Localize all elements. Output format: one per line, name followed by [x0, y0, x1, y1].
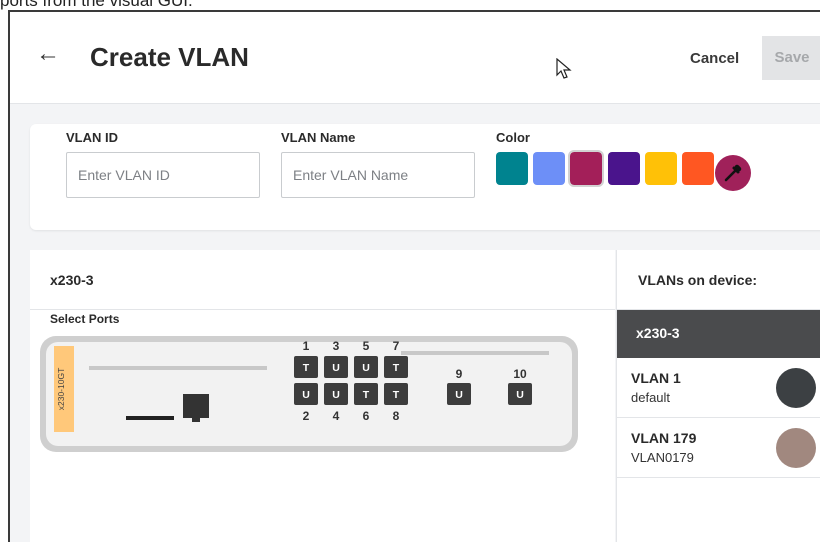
- uplink-port-number: 10: [513, 367, 527, 381]
- vlan-color-dot: [776, 368, 816, 408]
- device-header-bar: x230-3: [617, 310, 820, 358]
- device-name: x230-3: [636, 325, 680, 341]
- port-mode-label: T: [363, 389, 370, 401]
- color-swatch[interactable]: [496, 152, 528, 185]
- vlan-name-input[interactable]: Enter VLAN Name: [281, 152, 475, 198]
- vlan-form-card: VLAN ID Enter VLAN ID VLAN Name Enter VL…: [30, 124, 820, 230]
- vlan-color-dot: [776, 428, 816, 468]
- vlans-on-device-panel: VLANs on device: x230-3 VLAN 1 default VLA…: [616, 250, 820, 542]
- color-swatch[interactable]: [644, 152, 677, 185]
- vlan-name: VLAN 179: [631, 430, 697, 446]
- vlan-id-input[interactable]: Enter VLAN ID: [66, 152, 260, 198]
- vlan-list-item[interactable]: VLAN 179 VLAN0179: [617, 418, 820, 478]
- cancel-button[interactable]: Cancel: [690, 50, 739, 67]
- select-ports-label: Select Ports: [50, 312, 120, 326]
- port-mode-label: U: [302, 389, 310, 401]
- port-number: 6: [363, 409, 370, 423]
- port-mode-label: U: [455, 389, 463, 401]
- color-swatch[interactable]: [607, 152, 640, 185]
- save-button[interactable]: Save: [762, 36, 820, 80]
- color-picker-button[interactable]: [715, 155, 751, 191]
- app-window: ← Create VLAN Cancel Save VLAN ID Enter …: [8, 10, 820, 542]
- management-port[interactable]: [183, 394, 209, 418]
- switch-port[interactable]: U: [508, 383, 532, 405]
- color-label: Color: [496, 130, 530, 145]
- mouse-cursor-icon: [556, 58, 572, 79]
- model-label: x230-10GT: [56, 368, 66, 411]
- switch-port[interactable]: U: [294, 383, 318, 405]
- vlan-id-label: VLAN ID: [66, 130, 118, 145]
- device-title: x230-3: [50, 272, 94, 288]
- switch-port[interactable]: T: [354, 383, 378, 405]
- switch-port[interactable]: U: [354, 356, 378, 378]
- port-mode-label: U: [332, 362, 340, 374]
- page-header: ← Create VLAN Cancel Save: [10, 12, 820, 104]
- console-slot: [126, 416, 174, 420]
- port-number: 3: [333, 339, 340, 353]
- port-number: 4: [333, 409, 340, 423]
- color-swatch[interactable]: [682, 152, 714, 185]
- switch-port[interactable]: U: [324, 356, 348, 378]
- device-panel: x230-3 Select Ports x230-10GT 1 3 5 7 T U U T U U…: [30, 250, 615, 542]
- vlan-name: VLAN 1: [631, 370, 681, 386]
- vlan-list-item[interactable]: VLAN 1 default: [617, 358, 820, 418]
- switch-front-panel: x230-10GT 1 3 5 7 T U U T U U T T 2 4 6 8 9 10 U U: [40, 336, 578, 452]
- color-swatch[interactable]: [533, 152, 566, 185]
- vlans-panel-title: VLANs on device:: [638, 272, 758, 288]
- port-number: 1: [303, 339, 310, 353]
- switch-port[interactable]: T: [384, 356, 408, 378]
- port-mode-label: T: [393, 389, 400, 401]
- port-mode-label: U: [516, 389, 524, 401]
- vlan-name-label: VLAN Name: [281, 130, 356, 145]
- switch-port[interactable]: T: [294, 356, 318, 378]
- vlan-description: VLAN0179: [631, 450, 694, 465]
- port-number: 8: [393, 409, 400, 423]
- port-mode-label: U: [332, 389, 340, 401]
- color-swatch[interactable]: [568, 150, 605, 187]
- uplink-port-number: 9: [456, 367, 463, 381]
- port-mode-label: T: [303, 362, 310, 374]
- page-title: Create VLAN: [90, 42, 249, 72]
- vlan-description: default: [631, 390, 671, 405]
- port-mode-label: U: [362, 362, 370, 374]
- port-number: 7: [393, 339, 400, 353]
- port-mode-label: T: [393, 362, 400, 374]
- switch-port[interactable]: T: [384, 383, 408, 405]
- switch-port[interactable]: U: [447, 383, 471, 405]
- back-arrow-icon[interactable]: ←: [36, 42, 60, 66]
- port-number: 5: [363, 339, 370, 353]
- switch-port[interactable]: U: [324, 383, 348, 405]
- port-number: 2: [303, 409, 310, 423]
- eyedropper-icon: [724, 164, 742, 182]
